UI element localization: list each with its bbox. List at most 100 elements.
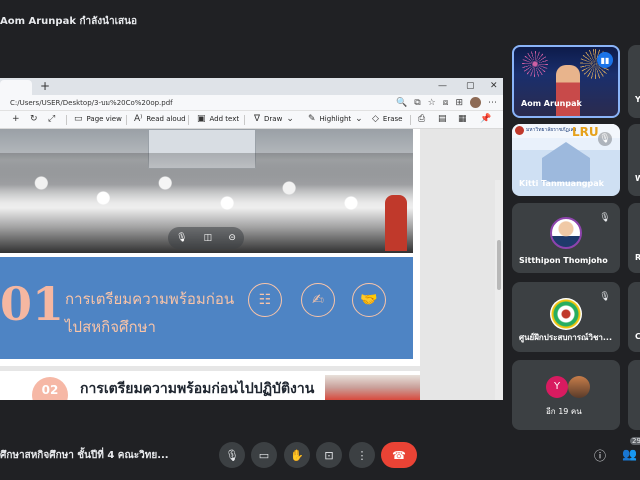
more-options-button[interactable]: ⋮ [349,442,375,468]
more-icon[interactable]: ⊝ [228,233,236,243]
page-view-button[interactable]: ▭ Page view [74,114,122,124]
favorite-icon[interactable]: ☆ [428,97,436,109]
camera-button[interactable]: ▭ [251,442,277,468]
print-icon[interactable]: ⎙ [418,114,425,124]
browser-menu-icon[interactable]: ⋯ [488,97,497,109]
add-icon[interactable]: + [12,114,20,124]
handshake-group-icon: ☷ [248,283,282,317]
raise-hand-icon: ✋ [290,448,304,462]
eraser-icon: ◇ [372,114,379,124]
participant-tile-kitti[interactable]: มหาวิทยาลัยราชภัฏเลย LRU 🎙 Kitti Tanmuan… [512,124,620,196]
erase-button[interactable]: ◇ Erase [372,114,402,124]
participant-name: R [635,253,640,262]
participant-tile-edge[interactable]: C [628,282,640,352]
pdf-scrollbar[interactable] [495,180,503,400]
add-text-button[interactable]: ▣ Add text [197,114,239,124]
info-icon[interactable]: ⓘ [594,447,606,464]
read-aloud-button[interactable]: A⁾ Read aloud [134,114,186,124]
highlight-button[interactable]: ✎ Highlight ⌄ [308,114,363,124]
maximize-button[interactable]: ▢ [466,80,475,92]
participant-tile-aom[interactable]: ▮▮ Aom Arunpak [512,45,620,118]
page-view-icon: ▭ [74,114,83,124]
end-call-icon: ☎ [392,448,406,462]
participant-tile-edge[interactable] [628,360,640,430]
save-icon[interactable]: ▤ [438,114,447,124]
new-tab-button[interactable]: + [40,79,50,93]
presenter-bar: Aom Arunpak กำลังนำเสนอ [0,0,640,40]
participant-name: Kitti Tanmuangpak [519,179,604,188]
section-title-line-2: ไปสหกิจศึกษา [65,318,156,336]
address-url[interactable]: C:/Users/USER/Desktop/3-บม%20Co%20op.pdf [10,98,173,109]
group-photo: 🎙 ◫ ⊝ [0,129,413,253]
scrollbar-thumb[interactable] [497,240,501,290]
mic-off-icon: 🎙 [598,132,612,146]
read-view-icon[interactable]: ⧉ [414,97,420,109]
more-participants-label: อีก 19 คน [546,407,582,416]
collections-icon[interactable]: ⊞ [455,97,463,109]
zoom-icon[interactable]: 🔍 [396,97,407,109]
microphone-icon: 🎙 [225,448,239,462]
end-call-button[interactable]: ☎ [381,442,417,468]
participant-tile-center[interactable]: 🎙 ศูนย์ฝึกประสบการณ์วิชา... [512,282,620,352]
profile-avatar-icon[interactable] [470,97,481,108]
participant-name: ศูนย์ฝึกประสบการณ์วิชา... [519,333,612,342]
extensions-icon[interactable]: ⧈ [443,97,449,109]
people-icon[interactable]: 👥 [622,447,637,461]
avatar: Y [546,376,568,398]
participant-name: Aom Arunpak [521,99,582,108]
address-icons: 🔍 ⧉ ☆ ⧈ ⊞ ⋯ [396,97,497,109]
address-bar[interactable]: C:/Users/USER/Desktop/3-บม%20Co%20op.pdf… [0,95,503,111]
participant-name: C [635,332,640,341]
draw-button[interactable]: ∇ Draw ⌄ [254,114,294,124]
participant-video [556,65,580,116]
university-name: มหาวิทยาลัยราชภัฏเลย [526,127,577,133]
avatar [550,217,582,249]
speaking-icon: ▮▮ [597,52,613,68]
camera-icon: ▭ [258,448,270,462]
highlight-icon: ✎ [308,114,316,124]
fireworks-background [522,51,548,77]
present-button[interactable]: ⊡ [316,442,342,468]
browser-tab-strip: + — ▢ ✕ [0,78,503,95]
people-count-badge: 29 [630,437,640,445]
add-text-icon: ▣ [197,114,206,124]
section-2-photo [325,375,420,400]
raise-hand-button[interactable]: ✋ [284,442,310,468]
pdf-document-view[interactable]: 🎙 ◫ ⊝ 01 การเตรียมความพร้อมก่อน ไปสหกิจศ… [0,129,503,400]
read-aloud-icon: A⁾ [134,114,143,124]
lru-logo-text: LRU [572,125,599,139]
minimize-button[interactable]: — [438,80,447,92]
participant-tile-edge[interactable]: R [628,203,640,273]
save-as-icon[interactable]: ▦ [458,114,467,124]
avatar [550,298,582,330]
mic-off-icon: 🎙 [599,213,611,223]
participant-tile-edge[interactable]: Y [628,45,640,118]
participant-tile-edge[interactable]: W [628,124,640,196]
pdf-toolbar: + ↻ ⤢ ▭ Page view A⁾ Read aloud ▣ Add text … [0,111,503,129]
fit-icon[interactable]: ⤢ [48,114,55,124]
pdf-page-2: 02 การเตรียมความพร้อมก่อนไปปฏิบัติงาน [0,371,420,400]
microphone-button[interactable]: 🎙 [219,442,245,468]
more-participants-tile[interactable]: Y อีก 19 คน [512,360,620,430]
slide-section-banner: 01 การเตรียมความพร้อมก่อน ไปสหกิจศึกษา ☷… [0,257,413,359]
rotate-icon[interactable]: ↻ [30,114,38,124]
person-red-dress-image [385,195,407,251]
section-title-line-1: การเตรียมความพร้อมก่อน [65,290,235,308]
presenter-title: Aom Arunpak กำลังนำเสนอ [0,16,137,27]
pin-icon[interactable]: 📌 [480,114,491,124]
presentation-overlay-controls: 🎙 ◫ ⊝ [168,227,244,249]
present-screen-icon: ⊡ [324,448,334,462]
participant-name: Y [635,95,640,104]
mic-off-icon: 🎙 [599,292,611,302]
close-window-button[interactable]: ✕ [490,80,498,92]
pen-sign-icon: ✍ [301,283,335,317]
section-2-badge: 02 [32,377,68,400]
pdf-page-1: 🎙 ◫ ⊝ 01 การเตรียมความพร้อมก่อน ไปสหกิจศ… [0,129,420,366]
browser-tab[interactable] [0,80,32,95]
university-building-image [542,142,590,182]
mic-off-icon[interactable]: 🎙 [176,233,187,243]
draw-icon: ∇ [254,114,261,124]
tile-icon[interactable]: ◫ [204,233,213,243]
participant-tile-sitthipon[interactable]: 🎙 Sitthipon Thomjoho [512,203,620,273]
section-2-heading: การเตรียมความพร้อมก่อนไปปฏิบัติงาน [80,381,315,397]
